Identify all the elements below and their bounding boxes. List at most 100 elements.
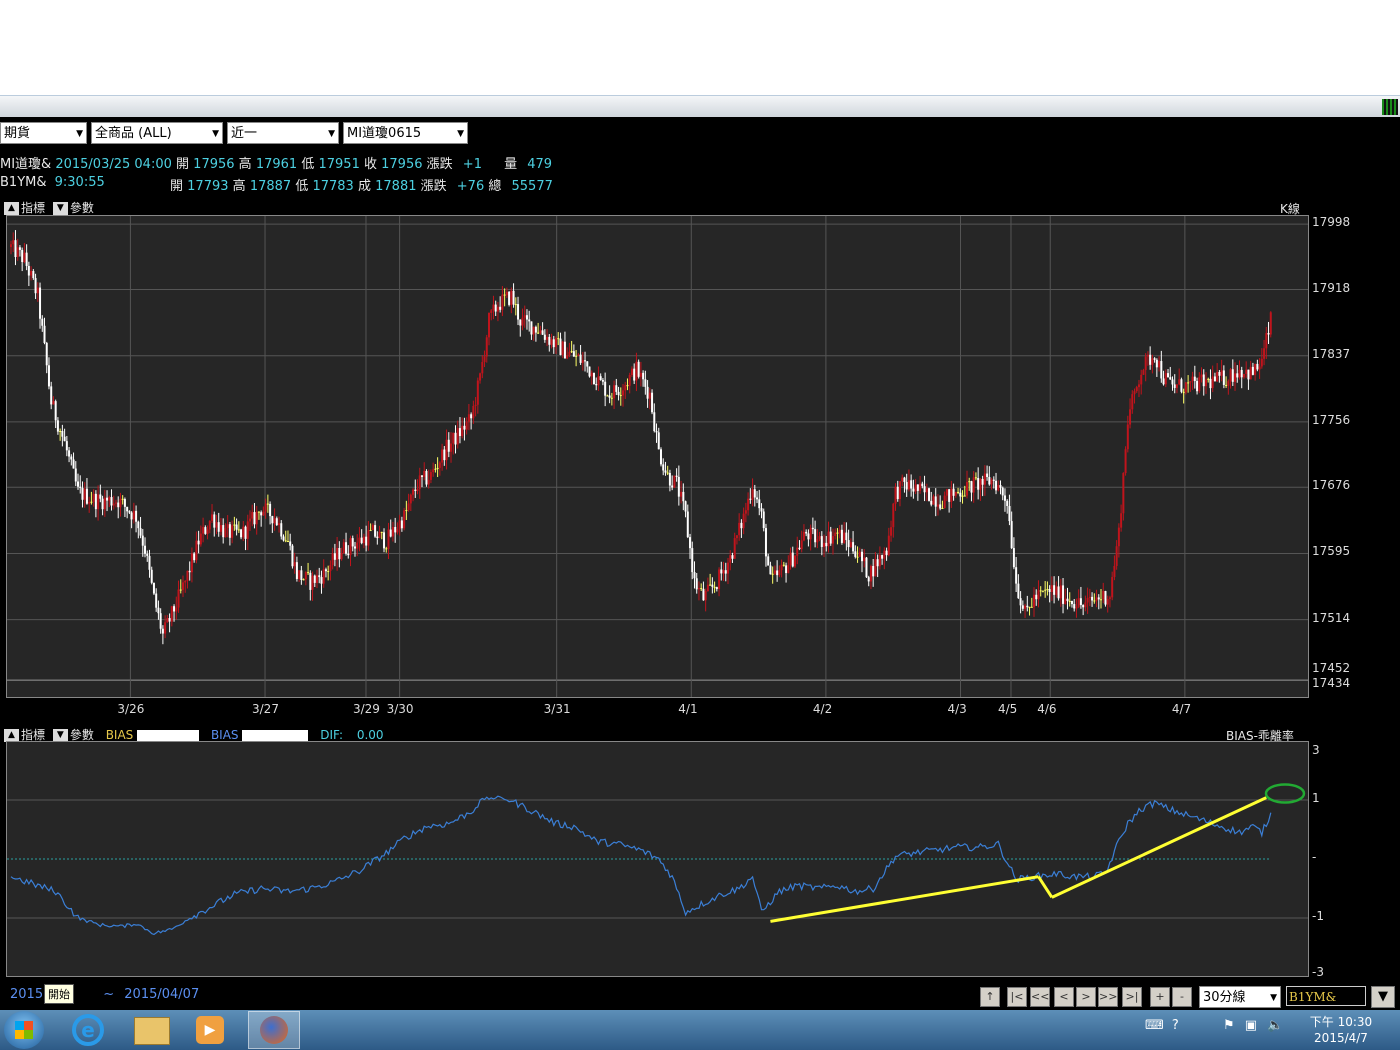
parameter-button[interactable]: 參數: [70, 728, 94, 742]
candle-body: [159, 613, 162, 629]
keyboard-icon[interactable]: ⌨: [1145, 1018, 1164, 1033]
candle-body: [438, 462, 441, 468]
bias2-value-box: [242, 729, 309, 742]
candle-body: [483, 356, 486, 363]
firefox-icon[interactable]: [248, 1011, 300, 1049]
candle-body: [666, 472, 669, 474]
candle-body: [742, 513, 745, 529]
candle-body: [613, 385, 616, 399]
product-select[interactable]: 全商品 (ALL) ▼: [91, 122, 223, 144]
nav-button-8[interactable]: -: [1172, 987, 1192, 1007]
network-icon[interactable]: ▣: [1245, 1018, 1257, 1033]
nav-button-7[interactable]: +: [1150, 987, 1170, 1007]
candle-body: [1225, 384, 1228, 386]
candle-body: [32, 271, 35, 279]
candle-body: [706, 584, 709, 591]
window-grip-icon[interactable]: [1382, 99, 1398, 115]
dropdown-arrow-button[interactable]: ▼: [1371, 986, 1395, 1008]
candle-body: [823, 542, 826, 547]
candle-body: [1207, 378, 1210, 380]
candle-body: [601, 379, 604, 382]
candlestick-chart[interactable]: [7, 216, 1308, 697]
candle-body: [316, 575, 319, 583]
symbol-input[interactable]: B1YM&: [1286, 986, 1366, 1006]
candle-body: [418, 475, 421, 490]
candle-body: [1247, 369, 1250, 380]
candle-body: [1171, 379, 1174, 385]
interval-select[interactable]: 30分線 ▼: [1199, 986, 1281, 1008]
candle-body: [534, 326, 537, 333]
y-tick-label: 17434: [1312, 676, 1351, 690]
candle-body: [700, 588, 703, 590]
candle-body: [965, 481, 968, 496]
candle-body: [798, 547, 801, 550]
candle-body: [1122, 473, 1125, 514]
y-tick-label: 17452: [1312, 661, 1351, 676]
candle-body: [485, 337, 488, 357]
candle-body: [898, 481, 901, 500]
candle-body: [199, 533, 202, 545]
nav-button-1[interactable]: |<: [1007, 987, 1027, 1007]
nav-button-5[interactable]: >>: [1098, 987, 1118, 1007]
candle-body: [228, 524, 231, 538]
nav-button-6[interactable]: >|: [1122, 987, 1142, 1007]
y-tick-label: 17595: [1312, 544, 1351, 559]
candle-body: [269, 503, 272, 517]
flag-icon[interactable]: ⚑: [1223, 1018, 1235, 1033]
period-select[interactable]: 近一 ▼: [227, 122, 339, 144]
nav-button-0[interactable]: ↑: [980, 987, 1000, 1007]
help-icon[interactable]: ?: [1172, 1018, 1179, 1033]
candle-body: [289, 541, 292, 546]
nav-button-4[interactable]: >: [1076, 987, 1096, 1007]
candle-body: [251, 512, 254, 519]
start-button[interactable]: [4, 1011, 44, 1049]
indicator-button[interactable]: 指標: [21, 728, 45, 742]
candle-body: [697, 588, 700, 590]
candle-body: [1222, 370, 1225, 385]
x-tick-label: 4/1: [678, 702, 698, 716]
candle-body: [724, 570, 727, 574]
candle-body: [436, 467, 439, 469]
bias-chart[interactable]: [7, 742, 1308, 976]
candle-body: [865, 557, 868, 578]
candle-body: [173, 606, 176, 612]
market-select[interactable]: 期貨 ▼: [0, 122, 87, 144]
parameter-button[interactable]: 參數: [70, 201, 94, 215]
indicator-button[interactable]: 指標: [21, 201, 45, 215]
candle-body: [338, 548, 341, 560]
candle-body: [805, 531, 808, 534]
candle-body: [791, 552, 794, 567]
explorer-folder-icon[interactable]: [134, 1017, 170, 1045]
y-tick-label: 3: [1312, 743, 1320, 757]
candle-body: [342, 542, 345, 554]
nav-button-3[interactable]: <: [1054, 987, 1074, 1007]
candle-body: [885, 550, 888, 556]
clock[interactable]: 下午 10:30 2015/4/7: [1306, 1014, 1376, 1046]
candle-body: [374, 525, 377, 537]
candle-body: [52, 401, 55, 405]
candle-body: [550, 339, 553, 345]
candle-body: [110, 497, 113, 506]
candle-body: [584, 360, 587, 362]
candle-body: [671, 485, 674, 488]
candle-body: [1017, 583, 1020, 599]
volume-icon[interactable]: 🔈: [1267, 1018, 1283, 1033]
nav-button-2[interactable]: <<: [1030, 987, 1050, 1007]
ie-icon[interactable]: e: [72, 1014, 104, 1046]
triangle-down-icon[interactable]: ▼: [52, 202, 68, 215]
candle-body: [677, 476, 680, 497]
candle-body: [447, 439, 450, 452]
candlestick-panel[interactable]: [6, 215, 1309, 698]
media-player-icon[interactable]: ▶: [196, 1016, 224, 1044]
symbol-select[interactable]: MI道瓊0615 ▼: [343, 122, 468, 144]
y-tick-label: 17918: [1312, 280, 1351, 295]
x-tick-label: 3/27: [252, 702, 279, 716]
candle-body: [383, 532, 386, 549]
candle-body: [637, 361, 640, 377]
candle-body: [820, 536, 823, 547]
candle-body: [300, 570, 303, 580]
candle-body: [948, 489, 951, 502]
candle-body: [1097, 597, 1100, 600]
triangle-up-icon[interactable]: ▲: [4, 202, 19, 215]
bias-panel[interactable]: [6, 741, 1309, 977]
